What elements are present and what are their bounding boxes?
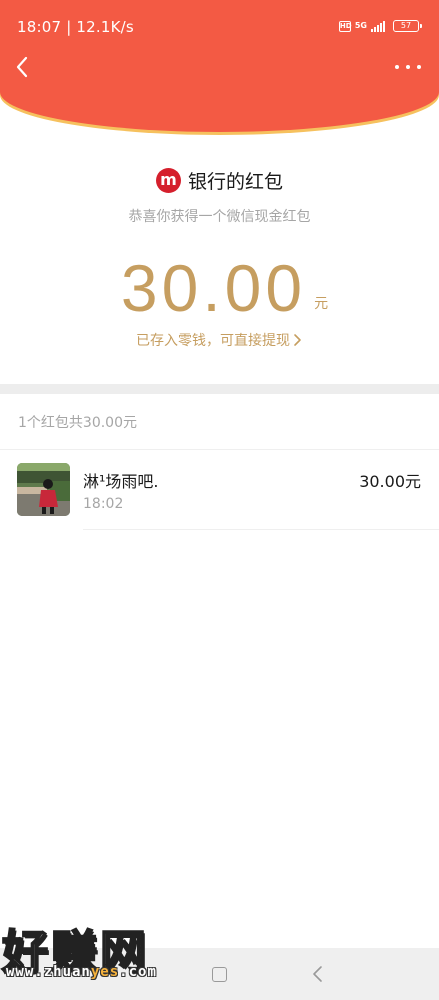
record-name: 淋¹场雨吧. (83, 472, 159, 491)
more-dots-icon (395, 65, 421, 69)
amount-row: 30.00 元 (0, 250, 439, 326)
record-amount: 30.00元 (359, 472, 421, 491)
divider (83, 529, 439, 530)
more-button[interactable] (395, 60, 421, 74)
sender-name: 银行的红包 (187, 171, 283, 193)
sender-row: m 银行的红包 (0, 167, 439, 194)
status-bar: 18:07 | 12.1K/s HD 5G 57 (0, 0, 439, 56)
back-button[interactable] (10, 54, 36, 80)
status-icons: HD 5G 57 (338, 20, 422, 32)
network-icon: 5G (354, 21, 367, 30)
blessing-text: 恭喜你获得一个微信现金红包 (128, 209, 311, 225)
hd-icon: HD (338, 20, 352, 32)
avatar[interactable] (17, 463, 70, 516)
bank-logo-icon: m (155, 168, 181, 193)
signal-icon (371, 20, 385, 32)
amount-unit: 元 (314, 296, 329, 312)
stored-link-label: 已存入零钱，可直接提现 (136, 333, 290, 349)
status-time: 18:07 | 12.1K/s (17, 18, 134, 36)
chevron-left-icon (16, 56, 28, 78)
watermark-url: www.zhuanyes.com (6, 964, 157, 980)
home-button[interactable] (212, 967, 227, 982)
battery-icon: 57 (393, 20, 422, 32)
record-time: 18:02 (83, 496, 124, 512)
amount-value: 30.00 (120, 251, 307, 325)
chevron-right-icon (294, 334, 301, 346)
section-divider (0, 384, 439, 394)
nav-back-icon[interactable] (310, 964, 324, 984)
record-summary: 1个红包共30.00元 (18, 415, 137, 431)
record-row[interactable]: 淋¹场雨吧. 18:02 30.00元 (0, 450, 439, 530)
stored-to-balance-link[interactable]: 已存入零钱，可直接提现 (0, 330, 439, 350)
watermark: 好赚网 www.zhuanyes.com (1, 916, 156, 982)
